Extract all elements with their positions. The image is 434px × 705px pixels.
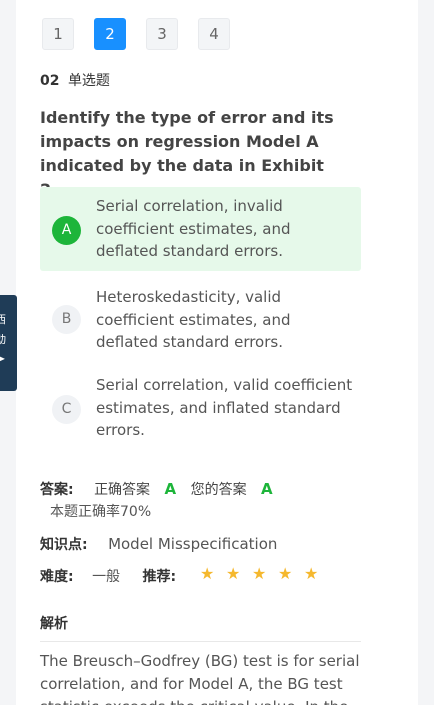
analysis-text: The Breusch–Godfrey (BG) test is for ser… — [40, 652, 360, 705]
knowledge-point-row: 知识点: Model Misspecification — [40, 534, 277, 554]
analysis-title: 解析 — [40, 613, 361, 642]
your-answer-value: A — [261, 480, 273, 498]
right-gutter — [418, 0, 434, 705]
your-answer-label: 您的答案 — [190, 482, 247, 498]
difficulty-value: 一般 — [92, 569, 121, 585]
arrow-right-icon: ➤ — [0, 354, 6, 365]
star-icon: ★ — [252, 564, 267, 583]
page-button-1[interactable]: 1 — [42, 18, 74, 50]
option-text-b: Heteroskedasticity, valid coefficient es… — [96, 288, 291, 351]
side-tab-char: 动 — [0, 333, 6, 346]
correct-rate: 本题正确率70% — [50, 504, 152, 520]
correct-answer-value: A — [164, 480, 177, 498]
side-float-tab[interactable]: 西 动 ➤ — [0, 295, 17, 391]
star-icon: ★ — [226, 564, 241, 583]
difficulty-row: 难度: 一般 推荐: — [40, 566, 176, 586]
page-button-2[interactable]: 2 — [94, 18, 126, 50]
question-type: 单选题 — [67, 73, 110, 89]
question-header: 02 单选题 — [40, 70, 110, 90]
option-letter-c: C — [52, 395, 81, 424]
knowledge-point-value[interactable]: Model Misspecification — [108, 535, 277, 553]
question-number: 02 — [40, 73, 60, 89]
option-c[interactable]: C Serial correlation, valid coefficient … — [40, 365, 361, 445]
option-b[interactable]: B Heteroskedasticity, valid coefficient … — [40, 277, 361, 357]
answer-label: 答案: — [40, 482, 74, 498]
recommend-label: 推荐: — [142, 569, 177, 585]
page-button-4[interactable]: 4 — [198, 18, 230, 50]
option-letter-a: A — [52, 216, 81, 245]
star-icon: ★ — [200, 564, 215, 583]
option-letter-b: B — [52, 305, 81, 334]
option-text-a: Serial correlation, invalid coefficient … — [96, 197, 291, 260]
difficulty-label: 难度: — [40, 569, 74, 585]
page-button-3[interactable]: 3 — [146, 18, 178, 50]
side-tab-char: 西 — [0, 313, 6, 326]
star-icon: ★ — [278, 564, 293, 583]
answer-row: 答案: 正确答案 A 您的答案 A — [40, 479, 283, 499]
correct-answer-label: 正确答案 — [94, 482, 151, 498]
option-a[interactable]: A Serial correlation, invalid coefficien… — [40, 187, 361, 271]
option-text-c: Serial correlation, valid coefficient es… — [96, 376, 353, 439]
star-icon: ★ — [304, 564, 319, 583]
knowledge-point-label: 知识点: — [40, 537, 88, 553]
